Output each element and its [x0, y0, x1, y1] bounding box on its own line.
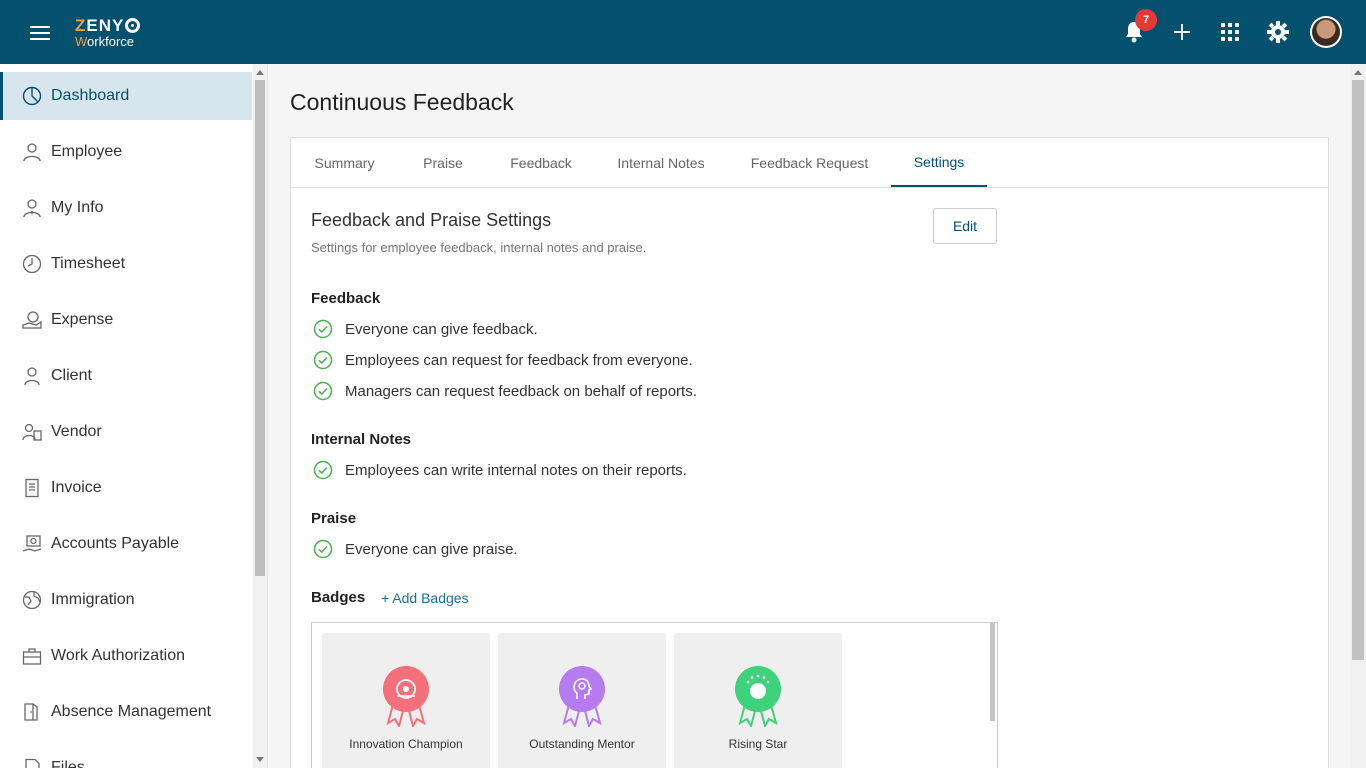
- clock-icon: [22, 254, 42, 274]
- internal-notes-heading: Internal Notes: [311, 431, 412, 448]
- setting-item: Employees can request for feedback from …: [313, 350, 693, 370]
- sidebar-item-absence-management[interactable]: Absence Management: [0, 684, 252, 740]
- badge-list: Innovation Champion Outstanding Mentor R…: [311, 622, 998, 768]
- logo-text-z: Z: [75, 16, 87, 35]
- apps-grid-icon[interactable]: [1216, 18, 1244, 46]
- sidebar-item-label: Timesheet: [51, 255, 126, 272]
- logo-text: ENY: [86, 16, 125, 35]
- sidebar-item-timesheet[interactable]: Timesheet: [0, 236, 252, 292]
- sidebar-item-invoice[interactable]: Invoice: [0, 460, 252, 516]
- top-bar: Z ENY Workforce 7: [0, 0, 1366, 64]
- sidebar-item-label: Vendor: [51, 423, 102, 440]
- check-circle-icon: [313, 350, 333, 370]
- expense-icon: [22, 310, 42, 330]
- avatar[interactable]: [1310, 16, 1342, 48]
- exit-door-icon: [22, 702, 42, 722]
- tab-summary[interactable]: Summary: [291, 138, 398, 187]
- badges-heading: Badges: [311, 589, 366, 606]
- tab-praise[interactable]: Praise: [398, 138, 488, 187]
- my-info-icon: [22, 198, 42, 218]
- briefcase-icon: [22, 646, 42, 666]
- sidebar-item-label: Invoice: [51, 479, 102, 496]
- sidebar: Dashboard Employee My Info Timesheet Expense…: [0, 64, 268, 768]
- tab-feedback[interactable]: Feedback: [488, 138, 594, 187]
- tab-internal-notes[interactable]: Internal Notes: [594, 138, 728, 187]
- badge-name: Outstanding Mentor: [529, 737, 635, 751]
- invoice-icon: [22, 478, 42, 498]
- sidebar-item-accounts-payable[interactable]: Accounts Payable: [0, 516, 252, 572]
- sidebar-item-files[interactable]: Files: [0, 740, 252, 768]
- sidebar-item-label: Absence Management: [51, 703, 212, 720]
- praise-heading: Praise: [311, 510, 357, 527]
- sidebar-list: Dashboard Employee My Info Timesheet Expense…: [0, 72, 252, 768]
- sidebar-item-immigration[interactable]: Immigration: [0, 572, 252, 628]
- sidebar-item-label: Dashboard: [51, 87, 130, 104]
- employee-icon: [22, 142, 42, 162]
- tab-settings[interactable]: Settings: [891, 138, 987, 187]
- payable-icon: [22, 534, 42, 554]
- logo-subtext-w: W: [75, 34, 88, 49]
- setting-item: Employees can write internal notes on th…: [313, 460, 687, 480]
- page-title: Continuous Feedback: [290, 89, 514, 115]
- badge-card[interactable]: Rising Star: [674, 633, 842, 768]
- sidebar-item-label: Expense: [51, 311, 114, 328]
- notification-badge: 7: [1135, 9, 1157, 31]
- check-circle-icon: [313, 539, 333, 559]
- pie-chart-icon: [22, 86, 42, 106]
- badge-card[interactable]: Outstanding Mentor: [498, 633, 666, 768]
- setting-text: Managers can request feedback on behalf …: [345, 382, 697, 400]
- logo-subtext: orkforce: [87, 34, 135, 49]
- sidebar-item-work-authorization[interactable]: Work Authorization: [0, 628, 252, 684]
- person-icon: [22, 366, 42, 386]
- main-scrollbar[interactable]: [1350, 64, 1366, 768]
- sidebar-item-label: My Info: [51, 199, 104, 216]
- badge-list-scrollbar[interactable]: [990, 623, 995, 721]
- gear-icon[interactable]: [1264, 18, 1292, 46]
- sidebar-item-label: Work Authorization: [51, 647, 185, 664]
- rising-star-badge-icon: [735, 666, 781, 727]
- logo-mark: [125, 18, 141, 33]
- setting-text: Everyone can give praise.: [345, 540, 518, 558]
- tab-bar: Summary Praise Feedback Internal Notes F…: [291, 138, 1328, 188]
- sidebar-item-dashboard[interactable]: Dashboard: [0, 72, 252, 120]
- sidebar-item-label: Employee: [51, 143, 123, 160]
- logo[interactable]: Z ENY Workforce: [75, 16, 141, 49]
- tab-feedback-request[interactable]: Feedback Request: [728, 138, 891, 187]
- edit-button[interactable]: Edit: [933, 208, 997, 244]
- sidebar-item-my-info[interactable]: My Info: [0, 180, 252, 236]
- check-circle-icon: [313, 381, 333, 401]
- check-circle-icon: [313, 319, 333, 339]
- plus-icon[interactable]: [1168, 18, 1196, 46]
- setting-item: Managers can request feedback on behalf …: [313, 381, 697, 401]
- setting-text: Employees can request for feedback from …: [345, 351, 693, 369]
- sidebar-item-label: Immigration: [51, 591, 135, 608]
- vendor-icon: [22, 422, 42, 442]
- section-title: Feedback and Praise Settings: [311, 210, 552, 230]
- file-icon: [22, 758, 42, 768]
- sidebar-item-employee[interactable]: Employee: [0, 124, 252, 180]
- section-subtitle: Settings for employee feedback, internal…: [311, 240, 647, 255]
- check-circle-icon: [313, 460, 333, 480]
- setting-item: Everyone can give praise.: [313, 539, 518, 559]
- menu-icon[interactable]: [30, 26, 50, 40]
- sidebar-item-vendor[interactable]: Vendor: [0, 404, 252, 460]
- innovation-badge-icon: [383, 666, 429, 727]
- sidebar-item-label: Client: [51, 367, 92, 384]
- sidebar-scrollbar[interactable]: [253, 64, 267, 768]
- sidebar-item-client[interactable]: Client: [0, 348, 252, 404]
- setting-text: Employees can write internal notes on th…: [345, 461, 687, 479]
- sidebar-item-label: Files: [51, 759, 85, 768]
- setting-item: Everyone can give feedback.: [313, 319, 538, 339]
- settings-card: Summary Praise Feedback Internal Notes F…: [290, 137, 1329, 768]
- badge-name: Innovation Champion: [349, 737, 463, 751]
- badge-name: Rising Star: [728, 737, 788, 751]
- setting-text: Everyone can give feedback.: [345, 320, 538, 338]
- add-badges-link[interactable]: + Add Badges: [381, 590, 469, 606]
- feedback-heading: Feedback: [311, 290, 381, 307]
- globe-icon: [22, 590, 42, 610]
- sidebar-item-label: Accounts Payable: [51, 535, 180, 552]
- sidebar-item-expense[interactable]: Expense: [0, 292, 252, 348]
- mentor-badge-icon: [559, 666, 605, 727]
- badge-card[interactable]: Innovation Champion: [322, 633, 490, 768]
